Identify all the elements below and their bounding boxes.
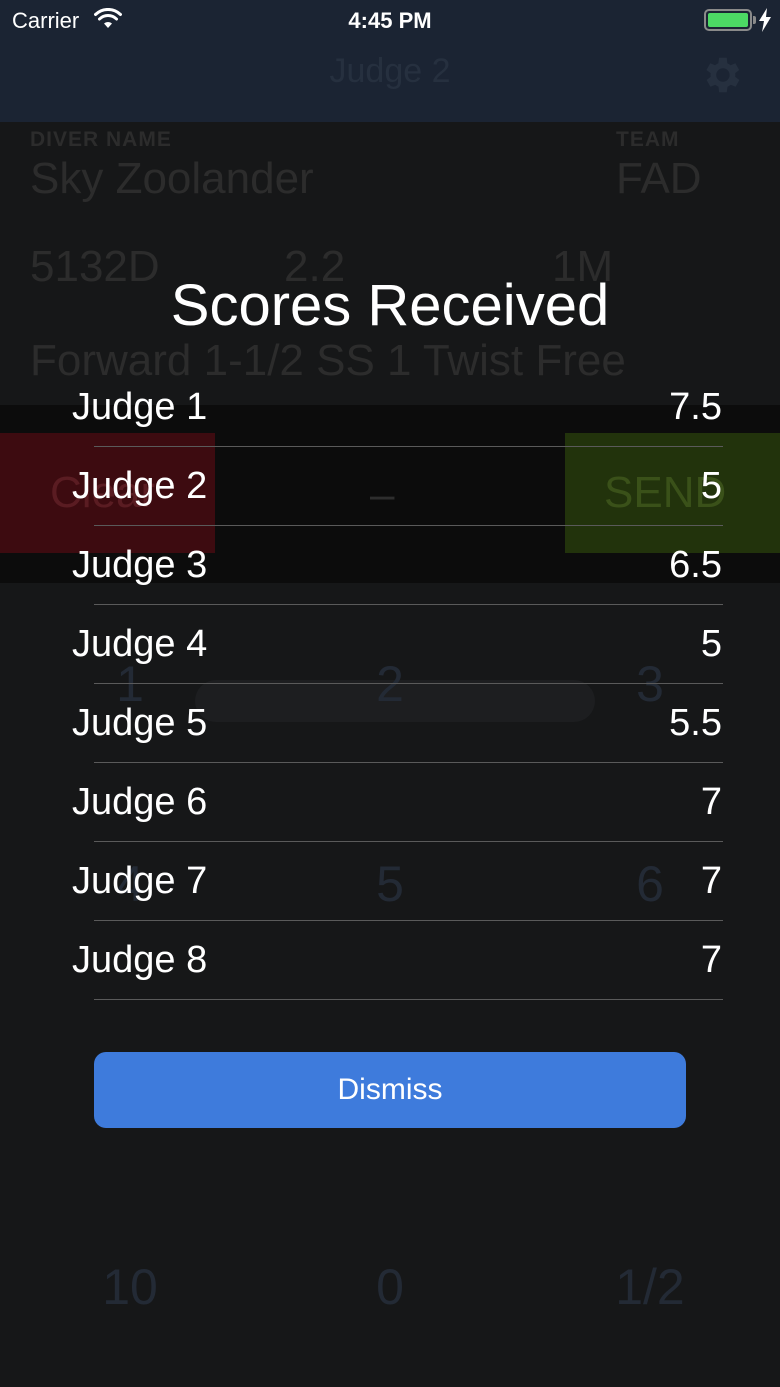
score-row: Judge 6 7 bbox=[0, 763, 780, 842]
judge-score: 5.5 bbox=[669, 702, 722, 744]
judge-score: 5 bbox=[700, 623, 722, 665]
judge-label: Judge 4 bbox=[72, 623, 208, 665]
score-row: Judge 8 7 bbox=[0, 921, 780, 1000]
dismiss-button[interactable]: Dismiss bbox=[94, 1052, 686, 1128]
judge-score: 7 bbox=[700, 781, 722, 823]
score-row: Judge 1 7.5 bbox=[0, 368, 780, 447]
modal-title: Scores Received bbox=[170, 273, 610, 338]
score-row: Judge 2 5 bbox=[0, 447, 780, 526]
judge-label: Judge 8 bbox=[72, 939, 208, 981]
battery-nub bbox=[753, 16, 756, 24]
score-row: Judge 3 6.5 bbox=[0, 526, 780, 605]
judge-label: Judge 5 bbox=[72, 702, 208, 744]
screen: Judge 2 DIVER NAME Sky Zoolander TEAM FA… bbox=[0, 0, 780, 1387]
battery-icon bbox=[704, 9, 752, 31]
score-row: Judge 5 5.5 bbox=[0, 684, 780, 763]
judge-label: Judge 1 bbox=[72, 386, 208, 428]
row-divider bbox=[94, 999, 723, 1000]
judge-score: 7 bbox=[700, 860, 722, 902]
judge-label: Judge 7 bbox=[72, 860, 208, 902]
judge-label: Judge 6 bbox=[72, 781, 208, 823]
judge-score: 7 bbox=[700, 939, 722, 981]
status-time: 4:45 PM bbox=[348, 8, 432, 33]
judge-score: 5 bbox=[700, 465, 722, 507]
judge-label: Judge 3 bbox=[72, 544, 208, 586]
judge-label: Judge 2 bbox=[72, 465, 208, 507]
bolt-icon bbox=[759, 8, 771, 32]
score-row: Judge 4 5 bbox=[0, 605, 780, 684]
status-bar: Carrier 4:45 PM bbox=[0, 0, 780, 40]
score-row: Judge 7 7 bbox=[0, 842, 780, 921]
judge-score: 7.5 bbox=[669, 386, 722, 428]
judge-score: 6.5 bbox=[669, 544, 722, 586]
score-list: Judge 1 7.5 Judge 2 5 Judge 3 6.5 Judge … bbox=[0, 368, 780, 1000]
